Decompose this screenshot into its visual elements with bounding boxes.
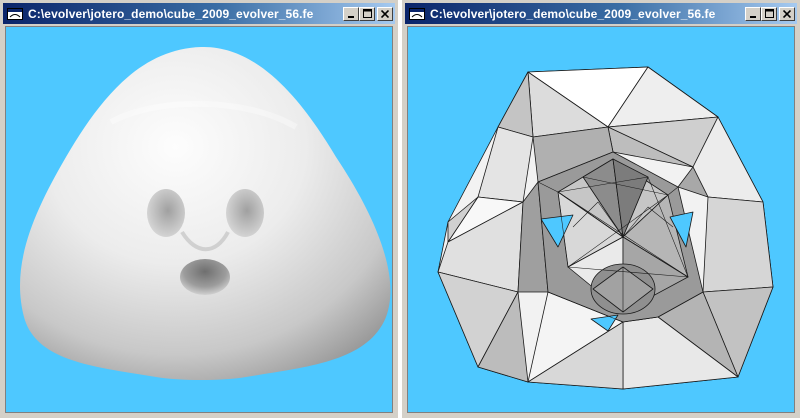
viewport-mesh[interactable] xyxy=(407,26,795,413)
viewport-smooth[interactable] xyxy=(5,26,393,413)
close-button[interactable] xyxy=(779,6,795,21)
surface-hole-bottom xyxy=(180,259,230,295)
evolver-window-left[interactable]: C:\evolver\jotero_demo\cube_2009_evolver… xyxy=(0,0,398,418)
maximize-button[interactable] xyxy=(359,6,375,21)
maximize-button[interactable] xyxy=(761,6,777,21)
mesh-render xyxy=(437,66,774,390)
title-bar[interactable]: C:\evolver\jotero_demo\cube_2009_evolver… xyxy=(3,3,395,24)
maximize-icon xyxy=(764,9,774,18)
minimize-button[interactable] xyxy=(343,6,359,21)
window-title: C:\evolver\jotero_demo\cube_2009_evolver… xyxy=(430,6,716,21)
maximize-icon xyxy=(362,9,372,18)
window-title: C:\evolver\jotero_demo\cube_2009_evolver… xyxy=(28,6,314,21)
app-icon xyxy=(409,7,425,20)
close-icon xyxy=(381,9,389,18)
app-icon xyxy=(7,7,23,20)
close-icon xyxy=(783,9,791,18)
minimize-icon xyxy=(348,15,354,18)
minimize-button[interactable] xyxy=(745,6,761,21)
evolver-window-right[interactable]: C:\evolver\jotero_demo\cube_2009_evolver… xyxy=(402,0,800,418)
close-button[interactable] xyxy=(377,6,393,21)
smooth-surface-render xyxy=(20,46,391,381)
surface-hole-left xyxy=(147,189,185,237)
minimize-icon xyxy=(750,15,756,18)
surface-body xyxy=(20,46,391,381)
title-bar[interactable]: C:\evolver\jotero_demo\cube_2009_evolver… xyxy=(405,3,797,24)
surface-hole-right xyxy=(226,189,264,237)
